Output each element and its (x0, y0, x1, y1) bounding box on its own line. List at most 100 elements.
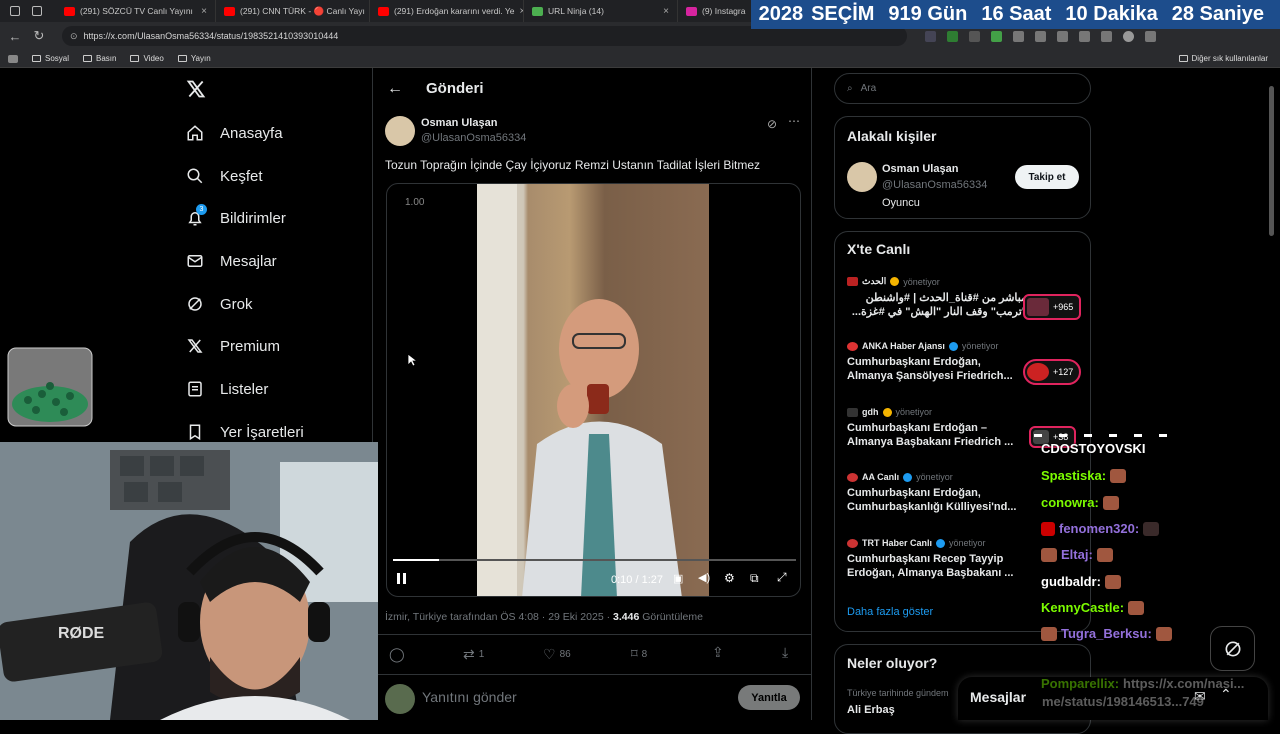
video-player[interactable]: 1.00 0:10 / 1:27 ▣ ◀) ⚙ ⧉ ⤢ (386, 183, 801, 597)
live-item[interactable]: ANKA Haber Ajansıyönetiyor Cumhurbaşkanı… (847, 341, 1027, 383)
trending-item[interactable]: Ali Erbaş (847, 704, 895, 716)
chat-message: CDOSTOYOVSKI (1041, 441, 1146, 456)
close-icon[interactable]: × (201, 6, 207, 17)
channel-logo (847, 539, 858, 548)
grok-icon (1223, 639, 1243, 659)
search-input[interactable]: ⌕Ara (834, 73, 1091, 104)
chat-message: gudbaldr: (1041, 574, 1121, 589)
more-options-icon[interactable]: ⋯ (788, 114, 800, 128)
nav-grok[interactable]: Grok (186, 295, 253, 313)
browser-tab-5[interactable]: (9) Instagra (678, 0, 758, 22)
repost-action[interactable]: ⇄1 (463, 646, 484, 663)
nav-premium[interactable]: Premium (186, 337, 280, 355)
scrollbar-thumb[interactable] (1269, 86, 1274, 236)
site-info-icon[interactable]: ⊙ (70, 31, 78, 42)
like-action[interactable]: ♡86 (543, 646, 571, 663)
close-icon[interactable]: × (663, 6, 669, 17)
author-handle[interactable]: @UlasanOsma56334 (421, 132, 526, 144)
live-listeners-badge[interactable]: +965 (1023, 294, 1081, 320)
bookmark-folder[interactable]: Sosyal (32, 54, 69, 63)
share-icon[interactable]: ⇪ (712, 644, 724, 661)
x-logo-icon[interactable] (186, 79, 206, 99)
tab-list-icon[interactable] (32, 6, 42, 16)
countdown-minutes: 10 Dakika (1065, 3, 1157, 26)
live-item[interactable]: TRT Haber Canlıyönetiyor Cumhurbaşkanı R… (847, 538, 1027, 580)
settings-gear-icon[interactable]: ⚙ (724, 571, 735, 585)
related-handle[interactable]: @UlasanOsma56334 (882, 179, 987, 191)
volume-icon[interactable]: ◀) (698, 571, 710, 584)
bookmark-icon: ⌑ (631, 646, 638, 662)
live-listeners-badge[interactable]: +127 (1023, 359, 1081, 385)
author-avatar[interactable] (385, 116, 415, 146)
extension-icon[interactable] (1035, 31, 1046, 42)
url-field[interactable]: ⊙ https://x.com/UlasanOsma56334/status/1… (62, 26, 907, 46)
extension-icon[interactable] (1013, 31, 1024, 42)
reply-input[interactable]: Yanıtını gönder (422, 689, 517, 705)
grok-icon (186, 295, 204, 313)
page-scrollbar[interactable] (1268, 68, 1276, 720)
browser-tab-4[interactable]: URL Ninja (14)× (524, 0, 678, 22)
video-progress-track[interactable] (393, 559, 796, 561)
grok-explain-icon[interactable]: ⊘ (767, 117, 777, 131)
nav-bookmarks[interactable]: Yer İşaretleri (186, 423, 304, 441)
download-icon[interactable]: ⤓ (782, 644, 788, 661)
bookmark-folder[interactable]: Basın (83, 54, 116, 63)
bookmark-icon (186, 423, 204, 441)
favorites-icon[interactable] (1079, 31, 1090, 42)
workspaces-icon[interactable] (10, 6, 20, 16)
user-avatar[interactable] (385, 684, 415, 714)
menu-icon[interactable] (1145, 31, 1156, 42)
nav-messages[interactable]: Mesajlar (186, 252, 277, 270)
bookmark-folder[interactable]: Yayın (178, 54, 211, 63)
related-avatar[interactable] (847, 162, 877, 192)
live-thumbnail (1027, 298, 1049, 316)
fullscreen-icon[interactable]: ⤢ (777, 570, 787, 585)
other-bookmarks[interactable]: Diğer sık kullanılanlar (1179, 54, 1268, 63)
related-name[interactable]: Osman Ulaşan (882, 163, 958, 175)
nav-home[interactable]: Anasayfa (186, 124, 283, 142)
picture-in-picture-icon[interactable]: ⧉ (750, 571, 759, 586)
puzzle-icon[interactable] (1057, 31, 1068, 42)
reload-icon[interactable]: ↻ (32, 28, 46, 44)
bookmark-action[interactable]: ⌑8 (631, 646, 647, 662)
youtube-icon (64, 7, 75, 16)
verified-icon (883, 408, 892, 417)
reading-list-icon[interactable] (8, 55, 18, 63)
browser-tab-1[interactable]: (291) SÖZCÜ TV Canlı Yayını× (56, 0, 216, 22)
grok-float-button[interactable] (1210, 626, 1255, 671)
nav-explore[interactable]: Keşfet (186, 167, 263, 185)
extensions-bar (925, 31, 1156, 42)
bell-icon: 3 (186, 209, 204, 227)
reply-button[interactable]: Yanıtla (738, 685, 800, 710)
folder-icon (178, 55, 187, 62)
extension-icon[interactable] (969, 31, 980, 42)
nav-notifications[interactable]: 3 Bildirimler (186, 209, 286, 227)
chat-message: Eltaj: (1041, 547, 1113, 562)
chat-divider (1034, 434, 1184, 437)
verified-icon (903, 473, 912, 482)
profile-avatar[interactable] (1123, 31, 1134, 42)
live-title: X'te Canlı (847, 241, 910, 257)
captions-icon[interactable]: ▣ (673, 572, 683, 585)
extension-icon[interactable] (991, 31, 1002, 42)
folder-icon (32, 55, 41, 62)
reply-action[interactable]: ◯ (389, 646, 409, 663)
nav-lists[interactable]: Listeler (186, 380, 268, 398)
pause-icon[interactable] (397, 573, 406, 584)
show-more-link[interactable]: Daha fazla göster (847, 606, 933, 618)
author-name[interactable]: Osman Ulaşan (421, 117, 497, 129)
browser-tab-3[interactable]: (291) Erdoğan kararını verdi. Ye× (370, 0, 524, 22)
shield-icon[interactable] (1101, 31, 1112, 42)
live-item[interactable]: الحدثyönetiyor مباشر من #قناة_الحدث | #و… (847, 276, 1027, 319)
extension-icon[interactable] (947, 31, 958, 42)
follow-button[interactable]: Takip et (1015, 165, 1079, 189)
live-item[interactable]: AA Canlıyönetiyor Cumhurbaşkanı Erdoğan,… (847, 472, 1027, 514)
back-arrow-icon[interactable]: ← (387, 80, 403, 98)
back-icon[interactable]: ← (8, 29, 22, 44)
related-people-card: Alakalı kişiler Osman Ulaşan @UlasanOsma… (834, 116, 1091, 219)
live-item[interactable]: gdhyönetiyor Cumhurbaşkanı Erdoğan –Alma… (847, 407, 1027, 449)
badge-icon (1041, 548, 1057, 562)
bookmark-folder[interactable]: Video (130, 54, 163, 63)
extension-icon[interactable] (925, 31, 936, 42)
browser-tab-2[interactable]: (291) CNN TÜRK - 🔴 Canlı Yayı× (216, 0, 370, 22)
